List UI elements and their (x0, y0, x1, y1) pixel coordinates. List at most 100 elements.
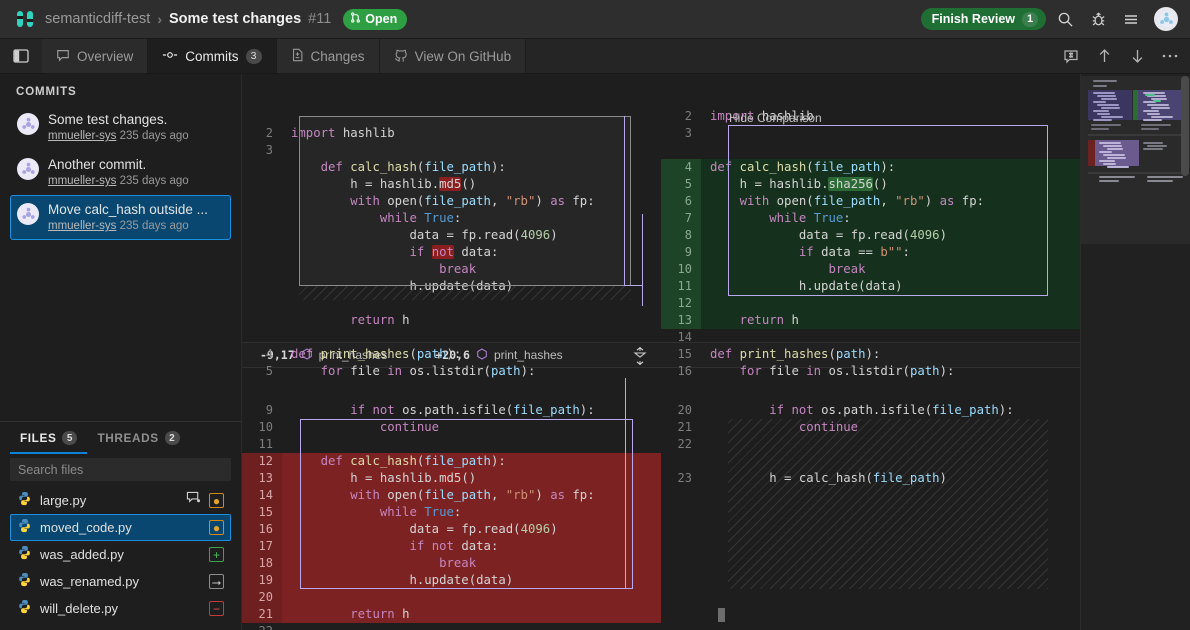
scrollbar-thumb[interactable] (1181, 76, 1189, 176)
line-content (701, 125, 1080, 142)
vertical-scrollbar[interactable] (1180, 74, 1190, 630)
tab-view-on-github[interactable]: View On GitHub (380, 39, 527, 73)
commit-author[interactable]: mmueller-sys (48, 220, 116, 232)
tab-overview[interactable]: Overview (42, 39, 148, 73)
file-row[interactable]: was_added.py + (10, 541, 231, 568)
commit-meta: mmueller-sys 235 days ago (48, 218, 224, 234)
menu-icon[interactable] (1117, 5, 1145, 33)
diff-line (242, 329, 661, 346)
line-content: def calc_hash(file_path): (282, 159, 661, 176)
file-row[interactable]: will_delete.py − (10, 595, 231, 622)
line-content: continue (282, 419, 661, 436)
line-number: 16 (661, 363, 701, 380)
diff-pane-left: 2import hashlib3 def calc_hash(file_path… (242, 74, 661, 342)
line-number (242, 244, 282, 261)
file-row[interactable]: was_renamed.py ⭢ (10, 568, 231, 595)
titlebar: semanticdiff-test › Some test changes #1… (0, 0, 1190, 39)
line-content: if not os.path.isfile(file_path): (282, 402, 661, 419)
line-number: 4 (242, 346, 282, 363)
text-cursor (718, 608, 725, 622)
python-file-icon (17, 599, 32, 619)
diff-line: break (242, 261, 661, 278)
commit-item[interactable]: Move calc_hash outside ... mmueller-sys … (10, 195, 231, 240)
line-content: break (282, 261, 661, 278)
python-file-icon (17, 545, 32, 565)
breadcrumb-pr-title[interactable]: Some test changes (169, 11, 301, 27)
hide-comparison-button[interactable]: Hide Comparison (729, 110, 822, 127)
finish-review-button[interactable]: Finish Review 1 (921, 8, 1046, 30)
line-number: 11 (242, 436, 282, 453)
diff-pane-right-bottom: 20 if not os.path.isfile(file_path):21 c… (661, 368, 1080, 628)
diff-line: with open(file_path, "rb") as fp: (242, 193, 661, 210)
diff-line: 2import hashlib (661, 108, 1080, 125)
diff-line: 20 (242, 589, 661, 606)
pr-number: #11 (308, 11, 331, 27)
tab-files[interactable]: FILES 5 (10, 422, 87, 454)
avatar[interactable] (1154, 7, 1178, 31)
commit-author[interactable]: mmueller-sys (48, 175, 116, 187)
bug-icon[interactable] (1084, 5, 1112, 33)
commit-item[interactable]: Another commit. mmueller-sys 235 days ag… (10, 150, 231, 195)
diff-line: 9 if not os.path.isfile(file_path): (242, 402, 661, 419)
line-number: 15 (242, 504, 282, 521)
file-status-badge: ⭢ (209, 574, 224, 589)
comment-hash-icon[interactable] (1057, 42, 1085, 70)
arrow-down-icon[interactable] (1123, 42, 1151, 70)
diff-line (242, 295, 661, 312)
diff-line: 15def print_hashes(path): (661, 346, 1080, 363)
toggle-sidebar-button[interactable] (0, 39, 42, 73)
line-number: 22 (242, 623, 282, 630)
diff-line: 6 with open(file_path, "rb") as fp: (661, 193, 1080, 210)
file-row[interactable]: moved_code.py ● (10, 514, 231, 541)
file-list: large.py ● (0, 487, 241, 630)
diff-line: 16 for file in os.listdir(path): (661, 363, 1080, 380)
breadcrumb-repo[interactable]: semanticdiff-test (45, 11, 150, 27)
diff-line: data = fp.read(4096) (242, 227, 661, 244)
line-content: return h (282, 312, 661, 329)
line-number (242, 312, 282, 329)
line-number: 3 (661, 125, 701, 142)
commit-item[interactable]: Some test changes. mmueller-sys 235 days… (10, 105, 231, 150)
line-number: 23 (661, 470, 701, 487)
diff-line (661, 142, 1080, 159)
search-input[interactable] (10, 458, 231, 481)
tab-changes[interactable]: Changes (277, 39, 380, 73)
line-content: h = hashlib.sha256() (701, 176, 1080, 193)
diff-line: 8 data = fp.read(4096) (661, 227, 1080, 244)
diff-line: 17 if not data: (242, 538, 661, 555)
line-number: 20 (661, 402, 701, 419)
line-content: break (282, 555, 661, 572)
line-number: 14 (661, 329, 701, 346)
finish-review-label: Finish Review (932, 12, 1015, 26)
diff-line: 11 h.update(data) (661, 278, 1080, 295)
commit-title: Move calc_hash outside ... (48, 201, 224, 218)
commit-meta: mmueller-sys 235 days ago (48, 173, 224, 189)
line-number (661, 142, 701, 159)
line-number: 2 (242, 125, 282, 142)
line-content: while True: (282, 504, 661, 521)
line-number: 11 (661, 278, 701, 295)
line-content: with open(file_path, "rb") as fp: (701, 193, 1080, 210)
finish-review-count: 1 (1022, 12, 1038, 27)
tab-commits[interactable]: Commits 3 (148, 39, 276, 73)
diff-scroll-container[interactable]: 2import hashlib3 def calc_hash(file_path… (242, 74, 1080, 630)
file-row[interactable]: large.py ● (10, 487, 231, 514)
file-name: will_delete.py (40, 601, 201, 616)
diff-line: 18 break (242, 555, 661, 572)
commit-author[interactable]: mmueller-sys (48, 130, 116, 142)
tab-threads[interactable]: THREADS 2 (87, 422, 189, 454)
line-number: 8 (661, 227, 701, 244)
minimap[interactable] (1080, 74, 1190, 630)
search-icon[interactable] (1051, 5, 1079, 33)
diff-line: 7 while True: (661, 210, 1080, 227)
line-number (242, 193, 282, 210)
commit-item-body: Move calc_hash outside ... mmueller-sys … (48, 201, 224, 234)
line-content: break (701, 261, 1080, 278)
arrow-up-icon[interactable] (1090, 42, 1118, 70)
diff-line: 15 while True: (242, 504, 661, 521)
search-files-wrapper (0, 454, 241, 487)
diff-line: 12 def calc_hash(file_path): (242, 453, 661, 470)
commit-item-body: Some test changes. mmueller-sys 235 days… (48, 111, 224, 144)
commit-list: Some test changes. mmueller-sys 235 days… (0, 105, 241, 240)
more-icon[interactable] (1156, 42, 1184, 70)
